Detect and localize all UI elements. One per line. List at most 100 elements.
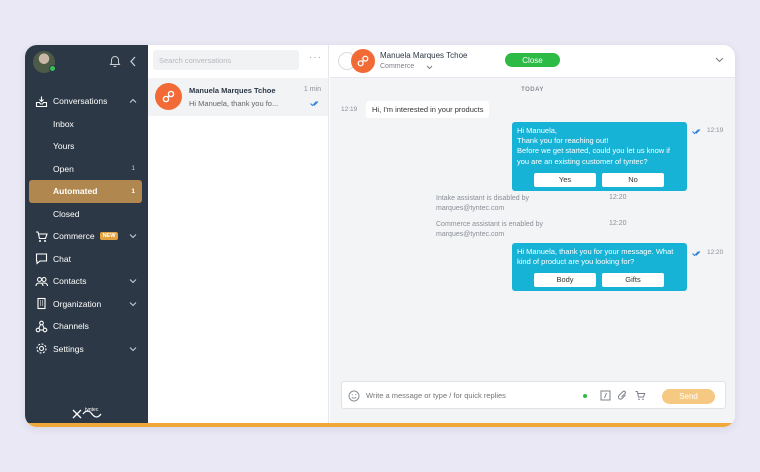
message-composer: Send bbox=[341, 381, 726, 409]
search-input[interactable]: Search conversations bbox=[153, 50, 299, 70]
sidebar-item-contacts[interactable]: Contacts bbox=[25, 270, 148, 293]
system-message-line: Intake assistant is disabled by bbox=[436, 195, 529, 202]
conversation-item[interactable]: Manuela Marques Tchoe 1 min Hi Manuela, … bbox=[148, 78, 328, 116]
quick-reply-gifts-button[interactable]: Gifts bbox=[602, 273, 664, 288]
message-line: Thank you for reaching out! bbox=[517, 136, 609, 146]
sidebar-item-label: Chat bbox=[53, 253, 71, 264]
sidebar-subitem-label: Yours bbox=[53, 141, 75, 152]
chevron-down-icon[interactable] bbox=[715, 57, 724, 63]
quick-reply-no-button[interactable]: No bbox=[602, 172, 664, 187]
cart-icon bbox=[35, 230, 48, 243]
contacts-icon bbox=[35, 275, 48, 288]
message-text: Hi, I'm interested in your products bbox=[372, 105, 484, 114]
sidebar-subitem-automated[interactable]: Automated 1 bbox=[29, 180, 142, 203]
contact-name: Manuela Marques Tchoe bbox=[380, 51, 468, 60]
chat-header: Manuela Marques Tchoe Commerce Close bbox=[330, 45, 735, 78]
message-line: Before we get started, could you let us … bbox=[517, 146, 670, 156]
sidebar-item-commerce[interactable]: Commerce NEW bbox=[25, 225, 148, 248]
sidebar-item-settings[interactable]: Settings bbox=[25, 338, 148, 361]
quick-reply-buttons: Yes No bbox=[534, 172, 682, 187]
sidebar-item-label: Channels bbox=[53, 321, 89, 332]
sidebar-subitem-label: Inbox bbox=[53, 118, 74, 129]
outgoing-message: Hi Manuela, thank you for your message. … bbox=[512, 243, 687, 292]
chevron-down-icon[interactable] bbox=[129, 277, 137, 285]
close-conversation-button[interactable]: Close bbox=[505, 53, 560, 67]
double-check-icon bbox=[310, 101, 319, 107]
conversation-preview: Hi Manuela, thank you fo... bbox=[189, 99, 279, 108]
chevron-down-icon[interactable] bbox=[426, 65, 433, 70]
message-line: kind of product are you looking for? bbox=[517, 257, 635, 267]
message-line: Hi Manuela, bbox=[517, 126, 558, 135]
chevron-down-icon[interactable] bbox=[129, 345, 137, 353]
chevron-down-icon[interactable] bbox=[129, 232, 137, 240]
chevron-left-icon[interactable] bbox=[128, 55, 138, 68]
sidebar-subitem-open[interactable]: Open 1 bbox=[25, 158, 148, 181]
day-divider: TODAY bbox=[521, 87, 544, 93]
system-message: Commerce assistant is enabled by marques… bbox=[436, 220, 543, 240]
count-badge: 1 bbox=[131, 165, 135, 173]
sidebar-item-chat[interactable]: Chat bbox=[25, 248, 148, 271]
bottom-accent-bar bbox=[25, 423, 735, 427]
sidebar-item-label: Settings bbox=[53, 343, 84, 354]
sidebar-subitem-label: Automated bbox=[53, 186, 98, 197]
message-input[interactable] bbox=[366, 391, 576, 400]
message-time: 12:19 bbox=[707, 127, 724, 134]
sidebar-item-organization[interactable]: Organization bbox=[25, 293, 148, 316]
count-badge: 1 bbox=[131, 187, 135, 195]
building-icon bbox=[35, 297, 48, 310]
sidebar-item-label: Commerce bbox=[53, 231, 95, 242]
double-check-icon bbox=[692, 251, 701, 257]
contact-avatar bbox=[351, 49, 375, 73]
incoming-message: Hi, I'm interested in your products bbox=[366, 101, 490, 118]
sidebar-subitem-label: Closed bbox=[53, 208, 80, 219]
double-check-icon bbox=[692, 129, 701, 135]
inbox-tray-icon bbox=[35, 95, 48, 108]
channels-icon bbox=[35, 320, 48, 333]
message-time: 12:20 bbox=[609, 194, 627, 201]
outgoing-message: Hi Manuela, Thank you for reaching out! … bbox=[512, 122, 687, 191]
chat-icon bbox=[35, 252, 48, 265]
system-message-line: marques@tyntec.com bbox=[436, 231, 505, 238]
sidebar-item-channels[interactable]: Channels bbox=[25, 315, 148, 338]
sidebar-subitem-closed[interactable]: Closed bbox=[25, 203, 148, 226]
system-message-line: marques@tyntec.com bbox=[436, 205, 505, 212]
logo-text: tyntec bbox=[85, 407, 99, 413]
chevron-up-icon[interactable] bbox=[129, 97, 137, 105]
quick-reply-buttons: Body Gifts bbox=[534, 273, 682, 288]
sidebar-item-label: Conversations bbox=[53, 96, 108, 107]
system-message-line: Commerce assistant is enabled by bbox=[436, 221, 543, 228]
sidebar: Conversations Inbox Yours Open 1 Automat… bbox=[25, 45, 148, 423]
quick-reply-body-button[interactable]: Body bbox=[534, 273, 596, 288]
emoji-icon[interactable] bbox=[348, 390, 360, 402]
message-time: 12:20 bbox=[609, 220, 627, 227]
more-options-icon[interactable]: ··· bbox=[309, 52, 322, 63]
chevron-down-icon[interactable] bbox=[129, 300, 137, 308]
cart-icon[interactable] bbox=[635, 390, 646, 401]
channel-select[interactable]: Commerce bbox=[380, 63, 414, 70]
bell-icon[interactable] bbox=[109, 55, 121, 68]
gear-icon bbox=[35, 342, 48, 355]
new-badge: NEW bbox=[99, 232, 119, 241]
chat-panel: Manuela Marques Tchoe Commerce Close TOD… bbox=[330, 45, 735, 423]
conversation-time: 1 min bbox=[303, 86, 321, 93]
sidebar-item-label: Organization bbox=[53, 298, 102, 309]
link-icon bbox=[162, 90, 175, 103]
conversation-name: Manuela Marques Tchoe bbox=[189, 86, 276, 95]
paperclip-icon[interactable] bbox=[617, 390, 628, 401]
sidebar-item-conversations[interactable]: Conversations bbox=[25, 90, 148, 113]
quick-reply-icon[interactable] bbox=[600, 390, 611, 401]
sidebar-subitem-label: Open bbox=[53, 163, 74, 174]
message-line: Hi Manuela, thank you for your message. … bbox=[517, 247, 674, 256]
sidebar-nav: Conversations Inbox Yours Open 1 Automat… bbox=[25, 90, 148, 360]
send-button[interactable]: Send bbox=[662, 389, 715, 404]
sidebar-subitem-yours[interactable]: Yours bbox=[25, 135, 148, 158]
online-status-dot bbox=[49, 65, 56, 72]
quick-reply-yes-button[interactable]: Yes bbox=[534, 172, 596, 187]
message-time: 12:20 bbox=[707, 249, 724, 256]
link-icon bbox=[357, 55, 369, 67]
app-window: Conversations Inbox Yours Open 1 Automat… bbox=[25, 45, 735, 427]
contact-avatar bbox=[155, 83, 182, 110]
message-time: 12:19 bbox=[341, 106, 358, 113]
message-line: you are an existing customer of tyntec? bbox=[517, 156, 648, 166]
sidebar-subitem-inbox[interactable]: Inbox bbox=[25, 113, 148, 136]
